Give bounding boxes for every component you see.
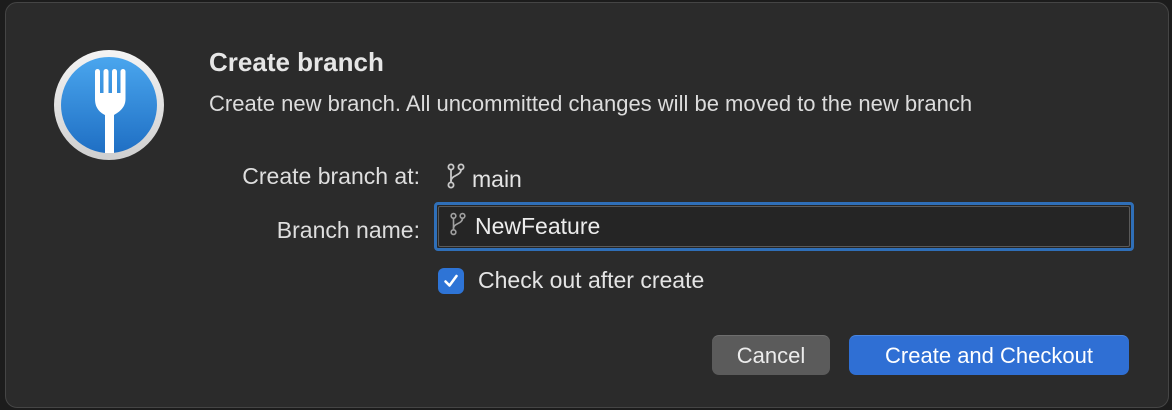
cancel-button[interactable]: Cancel — [712, 335, 830, 375]
create-at-branch-name: main — [472, 165, 522, 192]
dialog-subtitle: Create new branch. All uncommitted chang… — [209, 91, 973, 116]
git-branch-icon — [449, 212, 475, 241]
create-at-value: main — [446, 163, 522, 195]
branch-name-label: Branch name: — [276, 217, 420, 243]
create-and-checkout-button[interactable]: Create and Checkout — [849, 335, 1129, 375]
checkout-after-create-row[interactable]: Check out after create — [438, 267, 704, 294]
git-branch-icon — [446, 163, 472, 195]
branch-name-input[interactable] — [475, 213, 1095, 240]
checkout-label[interactable]: Check out after create — [478, 267, 704, 294]
create-at-label: Create branch at: — [242, 163, 420, 189]
checkmark-icon — [444, 274, 458, 287]
fork-icon — [53, 49, 165, 161]
dialog-title: Create branch — [209, 47, 384, 77]
create-branch-dialog: Create branch Create new branch. All unc… — [5, 2, 1169, 408]
checkout-checkbox[interactable] — [438, 267, 464, 294]
branch-name-field[interactable] — [434, 202, 1134, 251]
